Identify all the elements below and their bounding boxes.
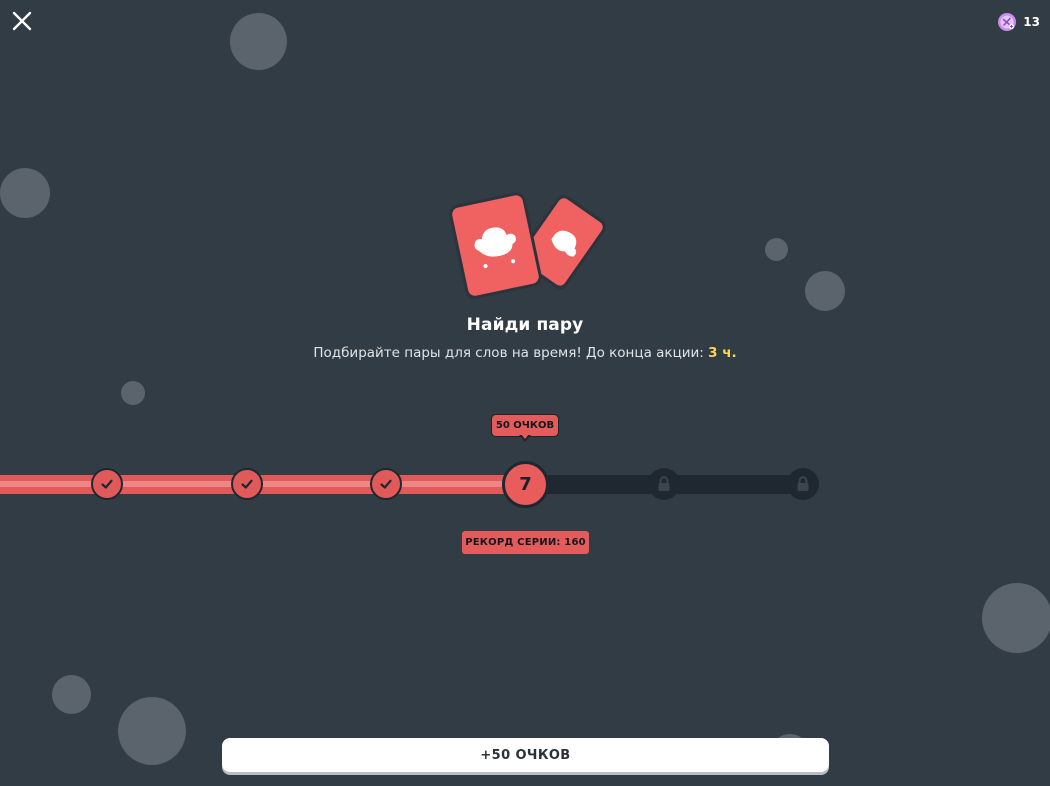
gems-counter[interactable]: 13	[997, 12, 1040, 32]
close-button[interactable]	[9, 8, 35, 34]
progress-node-completed[interactable]	[91, 468, 123, 500]
progress-node-locked	[648, 468, 680, 500]
lock-icon	[658, 476, 670, 491]
progress-node-current[interactable]: 7	[502, 461, 549, 508]
background-bubble	[230, 13, 287, 70]
lock-icon	[797, 476, 809, 491]
background-bubble	[118, 697, 186, 765]
gems-count: 13	[1023, 15, 1040, 29]
background-bubble	[121, 381, 145, 405]
background-bubble	[982, 583, 1050, 653]
background-bubble	[765, 238, 788, 261]
background-bubble	[52, 675, 91, 714]
time-left: 3 ч.	[708, 345, 737, 361]
checkmark-icon	[101, 479, 113, 489]
match-madness-screen: 13 Найди пару Подбирайте пары для слов н…	[0, 0, 1050, 786]
gem-icon	[998, 13, 1017, 31]
page-subtitle: Подбирайте пары для слов на время! До ко…	[0, 345, 1050, 361]
checkmark-icon	[241, 479, 253, 489]
progress-node-completed[interactable]	[370, 468, 402, 500]
progress-node-locked	[787, 468, 819, 500]
background-bubble	[805, 271, 845, 311]
subtitle-text: Подбирайте пары для слов на время! До ко…	[313, 345, 709, 361]
progress-track-highlight	[0, 481, 526, 487]
page-title: Найди пару	[466, 315, 584, 335]
close-icon	[12, 11, 32, 31]
background-bubble	[0, 168, 50, 218]
claim-points-button[interactable]: +50 ОЧКОВ	[222, 738, 829, 772]
streak-record-badge: РЕКОРД СЕРИИ: 160	[462, 531, 589, 554]
points-bubble-tail-fill	[521, 434, 529, 439]
matching-cards-icon	[449, 192, 606, 299]
progress-node-completed[interactable]	[231, 468, 263, 500]
checkmark-icon	[380, 479, 392, 489]
